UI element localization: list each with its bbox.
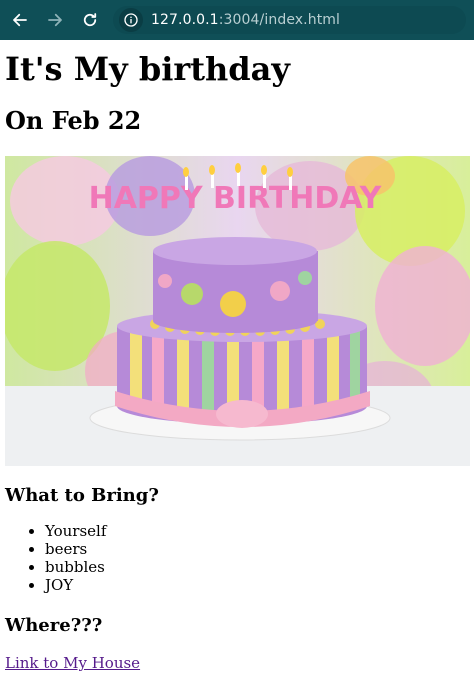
forward-arrow-icon <box>48 13 62 27</box>
bring-list: Yourself beers bubbles JOY <box>5 522 469 594</box>
url-text: 127.0.0.1:3004/index.html <box>151 12 341 28</box>
birthday-cake-image: HAPPY BIRTHDAY <box>5 156 470 466</box>
page-title: It's My birthday <box>5 50 290 88</box>
list-item: Yourself <box>45 522 469 540</box>
reload-button[interactable] <box>78 8 102 32</box>
forward-button[interactable] <box>43 8 67 32</box>
page-content: It's My birthday On Feb 22 HAPPY BIRTHDA… <box>0 52 474 672</box>
back-button[interactable] <box>8 8 32 32</box>
back-arrow-icon <box>13 13 27 27</box>
site-info-icon[interactable] <box>119 8 143 32</box>
reload-icon <box>83 13 97 27</box>
cake-candle-text: HAPPY BIRTHDAY <box>89 181 383 216</box>
address-bar[interactable]: 127.0.0.1:3004/index.html <box>113 6 466 34</box>
bring-heading: What to Bring? <box>5 485 159 506</box>
browser-toolbar: 127.0.0.1:3004/index.html <box>0 0 474 40</box>
date-heading: On Feb 22 <box>5 106 142 135</box>
list-item: bubbles <box>45 558 469 576</box>
list-item: JOY <box>45 576 469 594</box>
where-heading: Where??? <box>5 615 103 636</box>
house-link[interactable]: Link to My House <box>5 654 140 672</box>
list-item: beers <box>45 540 469 558</box>
